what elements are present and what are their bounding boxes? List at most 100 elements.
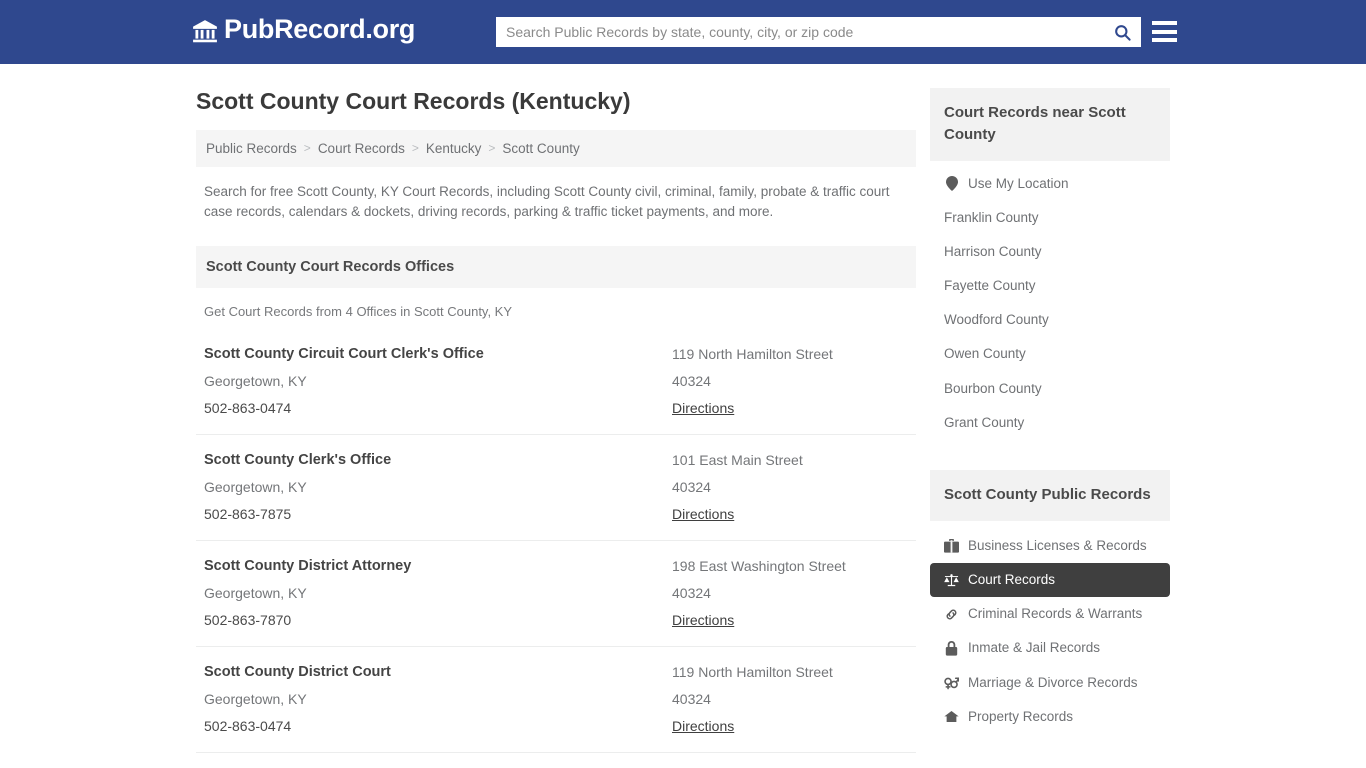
sidebar-public-records-list: Business Licenses & Records Court Record… — [930, 521, 1170, 734]
lock-icon — [944, 640, 959, 656]
briefcase-icon — [944, 538, 959, 553]
breadcrumb-separator: > — [303, 141, 311, 156]
office-left-cell: Scott County District Court Georgetown, … — [204, 664, 672, 736]
office-street: 119 North Hamilton Street — [672, 663, 833, 680]
directions-link[interactable]: Directions — [672, 506, 734, 522]
sidebar-item-harrison-county[interactable]: Harrison County — [930, 235, 1170, 269]
house-icon — [944, 709, 959, 724]
sidebar-item-label: Franklin County — [944, 209, 1039, 225]
sidebar-item-label: Business Licenses & Records — [968, 537, 1147, 553]
table-row: Scott County Clerk's Office Georgetown, … — [196, 435, 916, 541]
sidebar-item-label: Owen County — [944, 346, 1026, 362]
office-zip: 40324 — [672, 478, 711, 495]
sidebar-item-bourbon-county[interactable]: Bourbon County — [930, 372, 1170, 406]
table-row: Scott County District Court Georgetown, … — [196, 647, 916, 753]
breadcrumb-separator: > — [411, 141, 419, 156]
sidebar-item-business-licenses[interactable]: Business Licenses & Records — [930, 529, 1170, 563]
breadcrumb-item-court-records[interactable]: Court Records — [318, 141, 405, 156]
office-right-cell: 198 East Washington Street 40324 Directi… — [672, 558, 908, 630]
breadcrumb-item-public-records[interactable]: Public Records — [206, 141, 297, 156]
sidebar-item-label: Grant County — [944, 414, 1025, 430]
sidebar-item-criminal-records[interactable]: Criminal Records & Warrants — [930, 597, 1170, 631]
sidebar-item-court-records[interactable]: Court Records — [930, 562, 1170, 598]
main-content: Scott County Court Records (Kentucky) Pu… — [196, 64, 916, 768]
office-right-cell: 101 East Main Street 40324 Directions — [672, 452, 908, 524]
table-row: Scott County Circuit Court Clerk's Offic… — [196, 329, 916, 435]
sidebar-item-use-my-location[interactable]: Use My Location — [930, 167, 1170, 201]
office-left-cell: Scott County Circuit Court Clerk's Offic… — [204, 346, 672, 418]
search-button[interactable] — [1103, 17, 1141, 47]
office-street: 198 East Washington Street — [672, 557, 846, 574]
sidebar-item-label: Criminal Records & Warrants — [968, 606, 1143, 622]
chain-link-icon — [944, 607, 959, 622]
breadcrumb-item-scott-county[interactable]: Scott County — [502, 141, 579, 156]
site-header: PubRecord.org — [0, 0, 1366, 64]
office-name: Scott County District Court — [204, 663, 391, 680]
office-name: Scott County Clerk's Office — [204, 451, 392, 468]
sidebar-item-inmate-jail-records[interactable]: Inmate & Jail Records — [930, 631, 1170, 665]
table-row: Scott County District Attorney Georgetow… — [196, 541, 916, 647]
sidebar-item-marriage-divorce-records[interactable]: Marriage & Divorce Records — [930, 666, 1170, 700]
sidebar-item-label: Marriage & Divorce Records — [968, 674, 1138, 690]
office-name: Scott County Circuit Court Clerk's Offic… — [204, 345, 484, 362]
page-title: Scott County Court Records (Kentucky) — [196, 88, 631, 114]
office-city: Georgetown, KY — [204, 584, 307, 601]
sidebar-item-label: Inmate & Jail Records — [968, 640, 1101, 656]
office-right-cell: 119 North Hamilton Street 40324 Directio… — [672, 664, 908, 736]
scales-of-justice-icon — [944, 573, 959, 588]
sidebar-item-label: Use My Location — [968, 175, 1069, 191]
sidebar-item-franklin-county[interactable]: Franklin County — [930, 201, 1170, 235]
directions-link[interactable]: Directions — [672, 612, 734, 628]
sidebar-nearby-heading: Court Records near Scott County — [930, 88, 1170, 161]
sidebar-item-woodford-county[interactable]: Woodford County — [930, 303, 1170, 337]
office-name: Scott County District Attorney — [204, 557, 412, 574]
sidebar-nearby-list: Use My Location Franklin County Harrison… — [930, 161, 1170, 441]
office-zip: 40324 — [672, 372, 711, 389]
office-zip: 40324 — [672, 584, 711, 601]
sidebar-item-label: Harrison County — [944, 243, 1042, 259]
office-city: Georgetown, KY — [204, 690, 307, 707]
sidebar-item-label: Woodford County — [944, 312, 1049, 328]
sidebar-item-owen-county[interactable]: Owen County — [930, 337, 1170, 371]
sidebar-item-label: Court Records — [968, 571, 1056, 587]
office-zip: 40324 — [672, 690, 711, 707]
office-phone[interactable]: 502-863-0474 — [204, 718, 672, 734]
office-right-cell: 119 North Hamilton Street 40324 Directio… — [672, 346, 908, 418]
office-phone[interactable]: 502-863-7870 — [204, 612, 672, 628]
search-icon — [1113, 23, 1132, 42]
hamburger-menu-icon[interactable] — [1152, 19, 1177, 44]
sidebar-item-grant-county[interactable]: Grant County — [930, 406, 1170, 440]
office-phone[interactable]: 502-863-0474 — [204, 400, 672, 416]
breadcrumb-separator: > — [488, 141, 496, 156]
offices-section-subtitle: Get Court Records from 4 Offices in Scot… — [204, 303, 513, 319]
office-left-cell: Scott County Clerk's Office Georgetown, … — [204, 452, 672, 524]
search-input[interactable] — [496, 17, 1103, 47]
hamburger-bar — [1152, 38, 1177, 42]
page-container: Scott County Court Records (Kentucky) Pu… — [0, 64, 1366, 768]
sidebar: Court Records near Scott County Use My L… — [930, 64, 1170, 734]
sidebar-item-fayette-county[interactable]: Fayette County — [930, 269, 1170, 303]
office-left-cell: Scott County District Attorney Georgetow… — [204, 558, 672, 630]
hamburger-bar — [1152, 29, 1177, 34]
sidebar-item-label: Bourbon County — [944, 380, 1042, 396]
office-phone[interactable]: 502-863-7875 — [204, 506, 672, 522]
office-street: 101 East Main Street — [672, 451, 803, 468]
office-city: Georgetown, KY — [204, 372, 307, 389]
intro-paragraph: Search for free Scott County, KY Court R… — [204, 183, 890, 220]
office-street: 119 North Hamilton Street — [672, 345, 833, 362]
bank-building-icon — [192, 18, 218, 44]
gender-symbols-icon — [944, 675, 959, 690]
offices-section-heading: Scott County Court Records Offices — [196, 245, 916, 288]
breadcrumb-item-kentucky[interactable]: Kentucky — [426, 141, 482, 156]
directions-link[interactable]: Directions — [672, 718, 734, 734]
sidebar-item-label: Fayette County — [944, 278, 1036, 294]
site-logo[interactable]: PubRecord.org — [192, 16, 415, 43]
sidebar-item-property-records[interactable]: Property Records — [930, 700, 1170, 734]
sidebar-public-records-heading: Scott County Public Records — [930, 470, 1170, 521]
directions-link[interactable]: Directions — [672, 400, 734, 416]
map-pin-icon — [944, 176, 959, 192]
sidebar-item-label: Property Records — [968, 708, 1074, 724]
breadcrumb: Public Records > Court Records > Kentuck… — [196, 129, 916, 167]
hamburger-bar — [1152, 21, 1177, 25]
search-bar — [496, 17, 1141, 47]
